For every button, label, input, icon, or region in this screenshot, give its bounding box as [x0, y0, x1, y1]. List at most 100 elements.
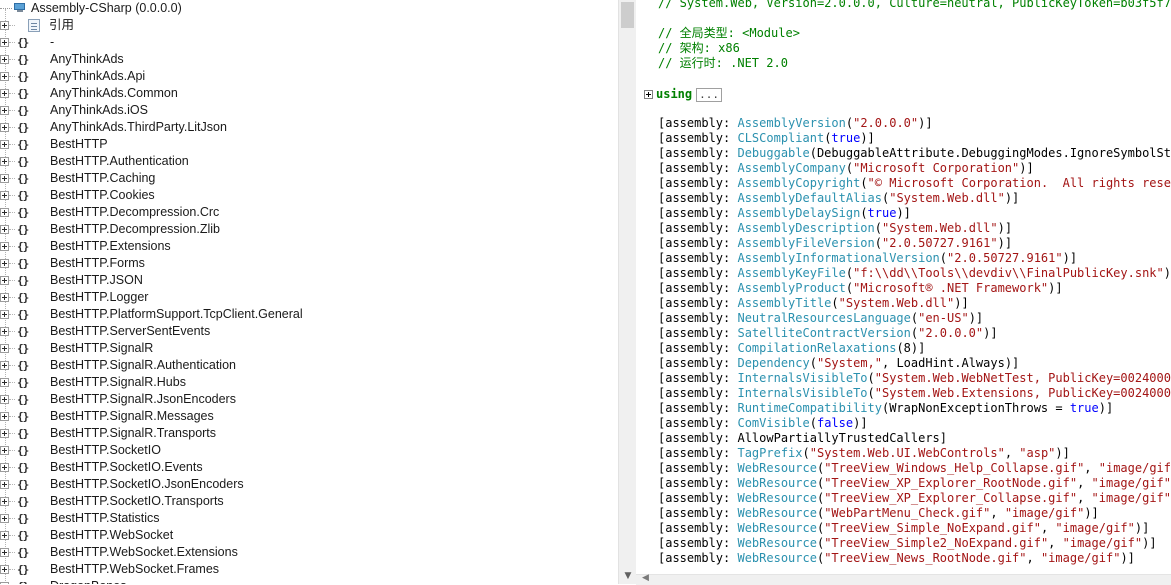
tree-connector: [9, 331, 15, 332]
assembly-attribute-line: [assembly: Dependency("System,", LoadHin…: [658, 356, 1019, 371]
tree-connector: [9, 25, 15, 26]
expand-icon[interactable]: [0, 344, 9, 353]
expand-icon[interactable]: [0, 480, 9, 489]
expand-icon[interactable]: [0, 531, 9, 540]
tree-vertical-scrollbar[interactable]: ▼: [618, 0, 636, 584]
attribute-name[interactable]: SatelliteContractVersion: [737, 326, 910, 340]
expand-icon[interactable]: [0, 174, 9, 183]
namespace-icon: {}: [17, 342, 29, 355]
expand-icon[interactable]: [0, 123, 9, 132]
expand-icon[interactable]: [0, 55, 9, 64]
namespace-label: BestHTTP.SignalR.Authentication: [50, 358, 236, 372]
expand-icon[interactable]: [0, 89, 9, 98]
attribute-name[interactable]: WebResource: [737, 476, 816, 490]
assembly-tree-pane[interactable]: Assembly-CSharp (0.0.0.0) 引用 {} - {} AnyThi…: [0, 0, 618, 584]
assembly-attribute-line: [assembly: InternalsVisibleTo("System.We…: [658, 371, 1171, 386]
expand-icon[interactable]: [644, 90, 653, 99]
attribute-name[interactable]: AssemblyTitle: [737, 296, 831, 310]
expand-icon[interactable]: [0, 38, 9, 47]
attribute-name[interactable]: WebResource: [737, 491, 816, 505]
expand-icon[interactable]: [0, 106, 9, 115]
attribute-name[interactable]: WebResource: [737, 551, 816, 565]
namespace-label: BestHTTP.WebSocket.Extensions: [50, 545, 238, 559]
attribute-name[interactable]: NeutralResourcesLanguage: [737, 311, 910, 325]
scroll-thumb[interactable]: [621, 2, 634, 28]
attribute-name[interactable]: AssemblyKeyFile: [737, 266, 845, 280]
root-node-label: Assembly-CSharp (0.0.0.0): [31, 1, 182, 15]
attribute-name[interactable]: CLSCompliant: [737, 131, 824, 145]
collapsed-ellipsis[interactable]: ...: [696, 88, 722, 102]
attribute-name[interactable]: AssemblyDefaultAlias: [737, 191, 882, 205]
assembly-attribute-line: [assembly: Debuggable(DebuggableAttribut…: [658, 146, 1171, 161]
expand-icon[interactable]: [0, 446, 9, 455]
expand-icon[interactable]: [0, 429, 9, 438]
attribute-name[interactable]: WebResource: [737, 506, 816, 520]
attribute-name[interactable]: AssemblyInformationalVersion: [737, 251, 939, 265]
expand-icon[interactable]: [0, 548, 9, 557]
attribute-name[interactable]: AssemblyFileVersion: [737, 236, 874, 250]
code-punctuation: (8)]: [896, 341, 926, 355]
string-literal: "WebPartMenu_Check.gif": [824, 506, 991, 520]
assembly-attribute-line: [assembly: NeutralResourcesLanguage("en-…: [658, 311, 983, 326]
code-view-pane[interactable]: // System.Web, Version=2.0.0.0, Culture=…: [636, 0, 1171, 584]
attribute-name[interactable]: AssemblyProduct: [737, 281, 845, 295]
code-punctuation: )]: [1055, 446, 1070, 460]
expand-icon[interactable]: [0, 140, 9, 149]
attribute-name[interactable]: InternalsVisibleTo: [737, 386, 867, 400]
attribute-name[interactable]: WebResource: [737, 536, 816, 550]
namespace-icon: {}: [17, 427, 29, 440]
attribute-name[interactable]: AllowPartiallyTrustedCallers: [737, 431, 939, 445]
tree-connector: [9, 246, 15, 247]
expand-icon[interactable]: [0, 259, 9, 268]
assembly-attribute-line: [assembly: WebResource("TreeView_Simple_…: [658, 521, 1149, 536]
expand-icon[interactable]: [0, 310, 9, 319]
code-punctuation: )]: [853, 416, 868, 430]
expand-icon[interactable]: [0, 293, 9, 302]
code-punctuation: (: [802, 446, 810, 460]
attribute-name[interactable]: RuntimeCompatibility: [737, 401, 882, 415]
attribute-name[interactable]: Dependency: [737, 356, 809, 370]
scroll-down-arrow-icon[interactable]: ▼: [622, 570, 634, 582]
expand-icon[interactable]: [0, 463, 9, 472]
expand-icon[interactable]: [0, 72, 9, 81]
expand-icon[interactable]: [0, 395, 9, 404]
expand-icon[interactable]: [0, 565, 9, 574]
assembly-prefix: [assembly:: [658, 371, 738, 385]
expand-icon[interactable]: [0, 361, 9, 370]
expand-icon[interactable]: [0, 225, 9, 234]
expand-icon[interactable]: [0, 191, 9, 200]
expand-icon[interactable]: [0, 497, 9, 506]
attribute-name[interactable]: AssemblyVersion: [737, 116, 845, 130]
tree-connector: [9, 416, 15, 417]
expand-icon[interactable]: [0, 157, 9, 166]
expand-icon[interactable]: [0, 327, 9, 336]
namespace-icon: {}: [17, 155, 29, 168]
expand-icon[interactable]: [0, 378, 9, 387]
tree-connector: [9, 484, 15, 485]
code-horizontal-scrollbar[interactable]: ◀: [636, 573, 1171, 585]
attribute-name[interactable]: TagPrefix: [737, 446, 802, 460]
expand-icon[interactable]: [0, 276, 9, 285]
attribute-name[interactable]: WebResource: [737, 461, 816, 475]
scroll-left-arrow-icon[interactable]: ◀: [642, 573, 649, 583]
expand-icon[interactable]: [0, 514, 9, 523]
attribute-name[interactable]: AssemblyDescription: [737, 221, 874, 235]
namespace-label: AnyThinkAds.Common: [50, 86, 178, 100]
attribute-name[interactable]: InternalsVisibleTo: [737, 371, 867, 385]
attribute-name[interactable]: AssemblyDelaySign: [737, 206, 860, 220]
namespace-icon: {}: [17, 104, 29, 117]
attribute-name[interactable]: ComVisible: [737, 416, 809, 430]
attribute-name[interactable]: AssemblyCopyright: [737, 176, 860, 190]
assembly-attribute-line: [assembly: AssemblyTitle("System.Web.dll…: [658, 296, 969, 311]
attribute-name[interactable]: CompilationRelaxations: [737, 341, 896, 355]
attribute-name[interactable]: Debuggable: [737, 146, 809, 160]
expand-icon[interactable]: [0, 242, 9, 251]
using-block-collapsed[interactable]: using...: [644, 86, 722, 102]
expand-icon[interactable]: [0, 208, 9, 217]
attribute-name[interactable]: AssemblyCompany: [737, 161, 845, 175]
expand-icon[interactable]: [0, 412, 9, 421]
expand-icon[interactable]: [0, 21, 9, 30]
namespace-label: BestHTTP.Caching: [50, 171, 156, 185]
attribute-name[interactable]: WebResource: [737, 521, 816, 535]
tree-connector: [9, 195, 15, 196]
